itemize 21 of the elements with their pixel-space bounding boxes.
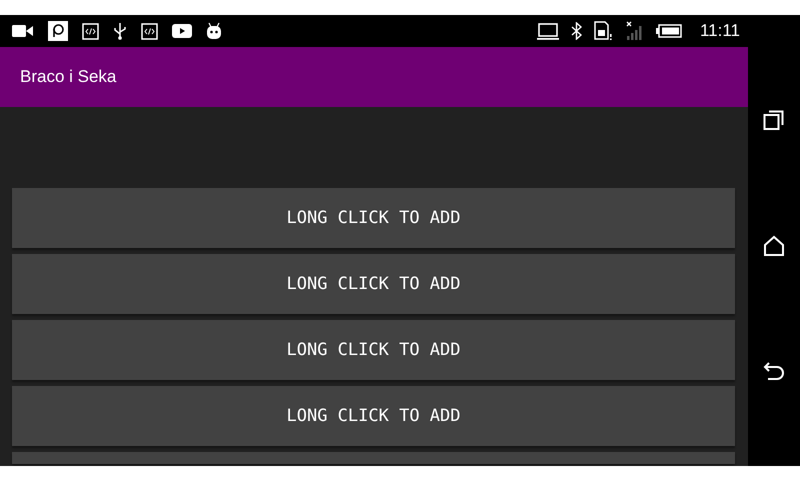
add-button[interactable]: LONG CLICK TO ADD — [12, 386, 735, 446]
code-icon — [82, 22, 99, 40]
add-button[interactable]: LONG CLICK TO ADD — [12, 254, 735, 314]
video-camera-icon — [12, 24, 34, 38]
recent-apps-icon[interactable] — [763, 109, 785, 131]
app-title: Braco i Seka — [20, 67, 116, 87]
add-button[interactable]: LONG CLICK TO ADD — [12, 320, 735, 380]
add-button[interactable]: LONG CLICK TO ADD — [12, 188, 735, 248]
battery-icon — [656, 24, 682, 38]
home-icon[interactable] — [763, 235, 785, 257]
robot-icon — [206, 22, 222, 40]
clock: 11:11 — [700, 21, 740, 41]
usb-icon — [113, 22, 127, 40]
sim-card-icon — [594, 21, 614, 41]
back-icon[interactable] — [763, 361, 785, 381]
play-icon — [172, 24, 192, 38]
bluetooth-icon — [570, 22, 582, 40]
app-icon — [48, 21, 68, 41]
laptop-icon — [536, 22, 559, 40]
code-icon — [141, 22, 158, 40]
signal-icon — [626, 21, 644, 41]
